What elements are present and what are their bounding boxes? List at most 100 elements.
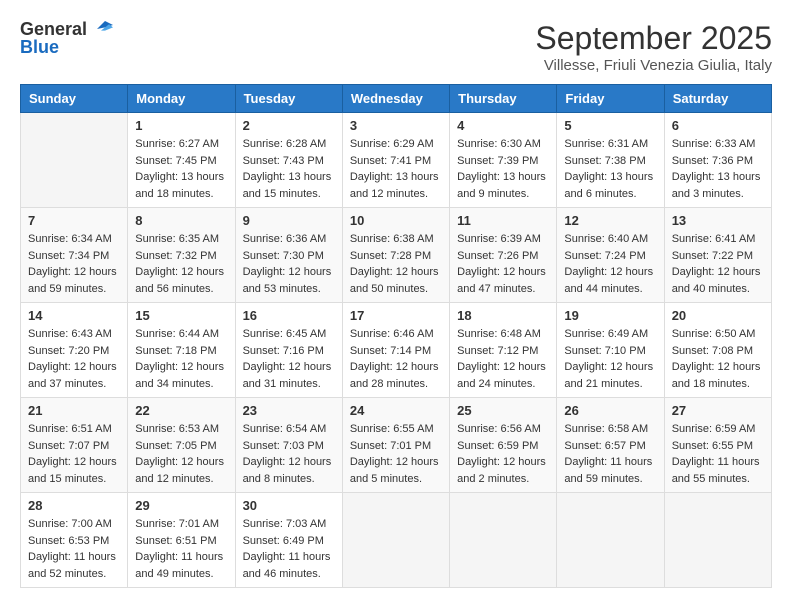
day-info: Sunrise: 6:39 AM Sunset: 7:26 PM Dayligh… — [457, 231, 549, 297]
calendar-cell: 18Sunrise: 6:48 AM Sunset: 7:12 PM Dayli… — [450, 303, 557, 398]
day-number: 5 — [564, 118, 656, 133]
calendar-cell: 3 Sunrise: 6:29 AM Sunset: 7:41 PM Daylig… — [342, 113, 449, 208]
day-info: Sunrise: 6:44 AM Sunset: 7:18 PM Dayligh… — [135, 326, 227, 392]
calendar-cell — [557, 493, 664, 588]
calendar-cell: 6 Sunrise: 6:33 AM Sunset: 7:36 PM Daylig… — [664, 113, 771, 208]
calendar-week-row: 14 Sunrise: 6:43 AM Sunset: 7:20 PM Dayli… — [21, 303, 772, 398]
calendar-cell: 10 Sunrise: 6:38 AM Sunset: 7:28 PM Dayli… — [342, 208, 449, 303]
calendar-cell: 4 Sunrise: 6:30 AM Sunset: 7:39 PM Daylig… — [450, 113, 557, 208]
day-number: 17 — [350, 308, 442, 323]
calendar-cell: 21Sunrise: 6:51 AM Sunset: 7:07 PM Dayli… — [21, 398, 128, 493]
calendar-cell: 22Sunrise: 6:53 AM Sunset: 7:05 PM Dayli… — [128, 398, 235, 493]
calendar-week-row: 28Sunrise: 7:00 AM Sunset: 6:53 PM Dayli… — [21, 493, 772, 588]
day-number: 15 — [135, 308, 227, 323]
day-number: 23 — [243, 403, 335, 418]
day-info: Sunrise: 6:28 AM Sunset: 7:43 PM Dayligh… — [243, 136, 335, 202]
day-number: 26 — [564, 403, 656, 418]
day-info: Sunrise: 6:59 AM Sunset: 6:55 PM Dayligh… — [672, 421, 764, 487]
day-number: 29 — [135, 498, 227, 513]
day-number: 19 — [564, 308, 656, 323]
day-number: 9 — [243, 213, 335, 228]
day-info: Sunrise: 6:36 AM Sunset: 7:30 PM Dayligh… — [243, 231, 335, 297]
weekday-header-wednesday: Wednesday — [342, 85, 449, 113]
day-info: Sunrise: 6:30 AM Sunset: 7:39 PM Dayligh… — [457, 136, 549, 202]
day-number: 25 — [457, 403, 549, 418]
calendar-cell: 19 Sunrise: 6:49 AM Sunset: 7:10 PM Dayli… — [557, 303, 664, 398]
calendar-cell — [450, 493, 557, 588]
calendar-cell — [21, 113, 128, 208]
calendar-cell — [664, 493, 771, 588]
logo-general-text: General — [20, 20, 87, 38]
calendar-cell: 28Sunrise: 7:00 AM Sunset: 6:53 PM Dayli… — [21, 493, 128, 588]
day-number: 20 — [672, 308, 764, 323]
weekday-header-monday: Monday — [128, 85, 235, 113]
day-number: 4 — [457, 118, 549, 133]
day-info: Sunrise: 6:31 AM Sunset: 7:38 PM Dayligh… — [564, 136, 656, 202]
day-number: 30 — [243, 498, 335, 513]
day-info: Sunrise: 6:43 AM Sunset: 7:20 PM Dayligh… — [28, 326, 120, 392]
calendar-cell: 20 Sunrise: 6:50 AM Sunset: 7:08 PM Dayli… — [664, 303, 771, 398]
day-info: Sunrise: 6:38 AM Sunset: 7:28 PM Dayligh… — [350, 231, 442, 297]
calendar-cell: 23 Sunrise: 6:54 AM Sunset: 7:03 PM Dayli… — [235, 398, 342, 493]
day-info: Sunrise: 6:27 AM Sunset: 7:45 PM Dayligh… — [135, 136, 227, 202]
day-info: Sunrise: 6:49 AM Sunset: 7:10 PM Dayligh… — [564, 326, 656, 392]
day-number: 28 — [28, 498, 120, 513]
calendar-cell: 24Sunrise: 6:55 AM Sunset: 7:01 PM Dayli… — [342, 398, 449, 493]
calendar-cell — [342, 493, 449, 588]
day-number: 2 — [243, 118, 335, 133]
calendar-cell: 11Sunrise: 6:39 AM Sunset: 7:26 PM Dayli… — [450, 208, 557, 303]
day-number: 7 — [28, 213, 120, 228]
calendar-cell: 16Sunrise: 6:45 AM Sunset: 7:16 PM Dayli… — [235, 303, 342, 398]
calendar-cell: 12 Sunrise: 6:40 AM Sunset: 7:24 PM Dayli… — [557, 208, 664, 303]
calendar-cell: 13 Sunrise: 6:41 AM Sunset: 7:22 PM Dayli… — [664, 208, 771, 303]
weekday-header-thursday: Thursday — [450, 85, 557, 113]
weekday-header-friday: Friday — [557, 85, 664, 113]
calendar-cell: 17 Sunrise: 6:46 AM Sunset: 7:14 PM Dayli… — [342, 303, 449, 398]
calendar-cell: 25Sunrise: 6:56 AM Sunset: 6:59 PM Dayli… — [450, 398, 557, 493]
day-number: 12 — [564, 213, 656, 228]
calendar-cell: 29 Sunrise: 7:01 AM Sunset: 6:51 PM Dayli… — [128, 493, 235, 588]
weekday-header-saturday: Saturday — [664, 85, 771, 113]
day-number: 13 — [672, 213, 764, 228]
day-number: 1 — [135, 118, 227, 133]
weekday-header-row: SundayMondayTuesdayWednesdayThursdayFrid… — [21, 85, 772, 113]
day-info: Sunrise: 6:51 AM Sunset: 7:07 PM Dayligh… — [28, 421, 120, 487]
calendar-table: SundayMondayTuesdayWednesdayThursdayFrid… — [20, 84, 772, 588]
day-number: 3 — [350, 118, 442, 133]
day-info: Sunrise: 6:46 AM Sunset: 7:14 PM Dayligh… — [350, 326, 442, 392]
day-info: Sunrise: 6:33 AM Sunset: 7:36 PM Dayligh… — [672, 136, 764, 202]
calendar-cell: 8Sunrise: 6:35 AM Sunset: 7:32 PM Daylig… — [128, 208, 235, 303]
weekday-header-tuesday: Tuesday — [235, 85, 342, 113]
month-title: September 2025 — [535, 20, 772, 57]
calendar-cell: 7 Sunrise: 6:34 AM Sunset: 7:34 PM Daylig… — [21, 208, 128, 303]
day-info: Sunrise: 6:54 AM Sunset: 7:03 PM Dayligh… — [243, 421, 335, 487]
day-info: Sunrise: 6:34 AM Sunset: 7:34 PM Dayligh… — [28, 231, 120, 297]
day-number: 10 — [350, 213, 442, 228]
day-info: Sunrise: 6:40 AM Sunset: 7:24 PM Dayligh… — [564, 231, 656, 297]
day-number: 14 — [28, 308, 120, 323]
calendar-cell: 15 Sunrise: 6:44 AM Sunset: 7:18 PM Dayli… — [128, 303, 235, 398]
calendar-cell: 30 Sunrise: 7:03 AM Sunset: 6:49 PM Dayli… — [235, 493, 342, 588]
day-number: 22 — [135, 403, 227, 418]
day-number: 24 — [350, 403, 442, 418]
weekday-header-sunday: Sunday — [21, 85, 128, 113]
logo: General Blue — [20, 20, 113, 56]
calendar-cell: 9 Sunrise: 6:36 AM Sunset: 7:30 PM Daylig… — [235, 208, 342, 303]
calendar-week-row: 7 Sunrise: 6:34 AM Sunset: 7:34 PM Daylig… — [21, 208, 772, 303]
calendar-cell: 5 Sunrise: 6:31 AM Sunset: 7:38 PM Daylig… — [557, 113, 664, 208]
day-number: 16 — [243, 308, 335, 323]
day-info: Sunrise: 6:58 AM Sunset: 6:57 PM Dayligh… — [564, 421, 656, 487]
day-number: 6 — [672, 118, 764, 133]
calendar-cell: 26 Sunrise: 6:58 AM Sunset: 6:57 PM Dayli… — [557, 398, 664, 493]
calendar-cell: 1 Sunrise: 6:27 AM Sunset: 7:45 PM Daylig… — [128, 113, 235, 208]
day-info: Sunrise: 6:50 AM Sunset: 7:08 PM Dayligh… — [672, 326, 764, 392]
day-info: Sunrise: 7:01 AM Sunset: 6:51 PM Dayligh… — [135, 516, 227, 582]
title-area: September 2025 Villesse, Friuli Venezia … — [535, 20, 772, 74]
location-subtitle: Villesse, Friuli Venezia Giulia, Italy — [535, 57, 772, 74]
day-info: Sunrise: 6:29 AM Sunset: 7:41 PM Dayligh… — [350, 136, 442, 202]
day-info: Sunrise: 6:41 AM Sunset: 7:22 PM Dayligh… — [672, 231, 764, 297]
calendar-week-row: 21Sunrise: 6:51 AM Sunset: 7:07 PM Dayli… — [21, 398, 772, 493]
header: General Blue September 2025 Villesse, Fr… — [20, 20, 772, 74]
day-info: Sunrise: 7:03 AM Sunset: 6:49 PM Dayligh… — [243, 516, 335, 582]
calendar-cell: 14 Sunrise: 6:43 AM Sunset: 7:20 PM Dayli… — [21, 303, 128, 398]
